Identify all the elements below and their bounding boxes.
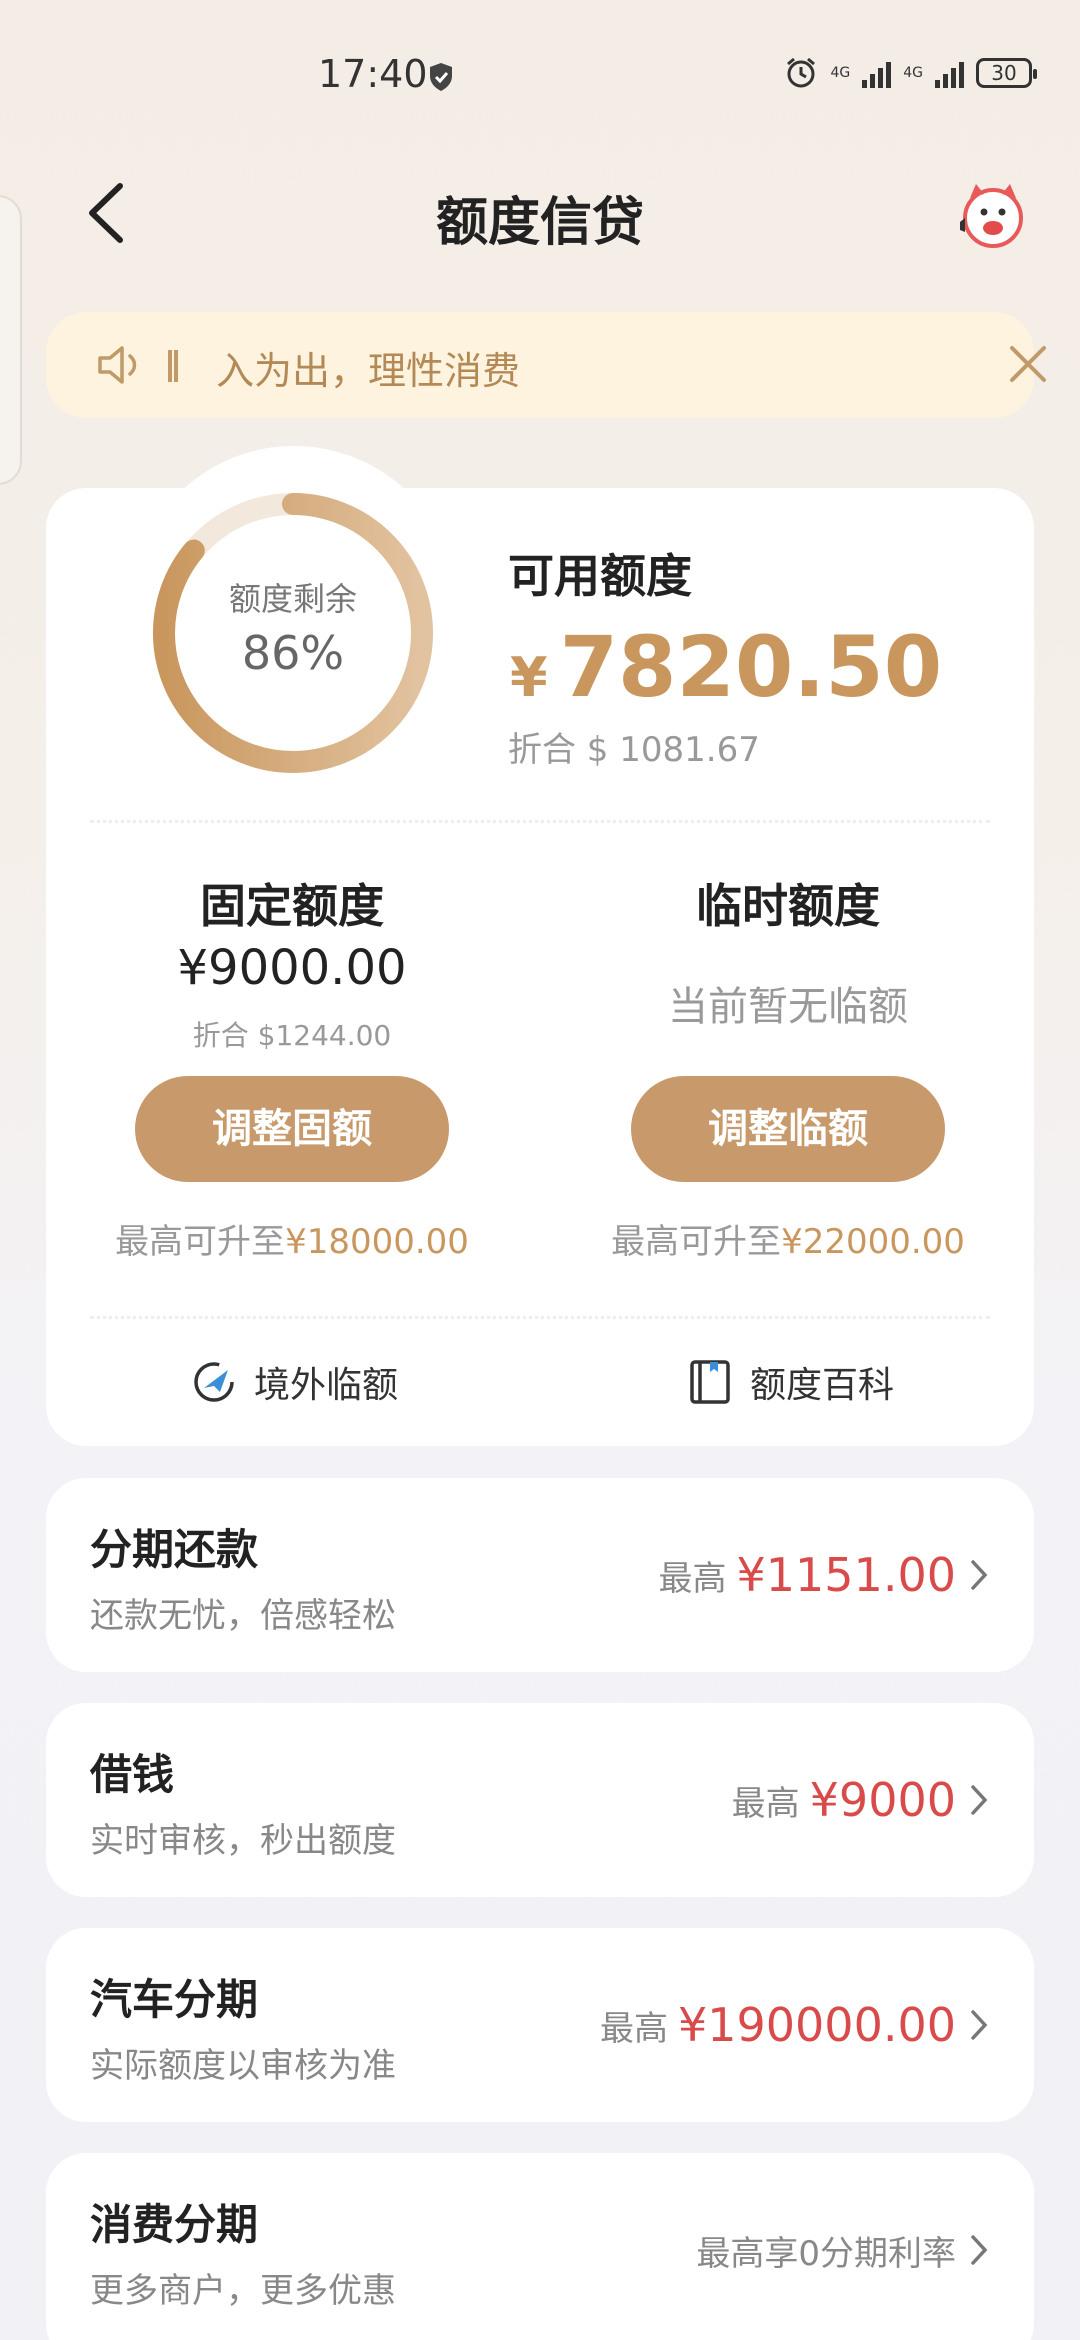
close-icon[interactable] <box>1006 342 1050 386</box>
available-usd: 折合 $ 1081.67 <box>508 730 760 770</box>
temp-max-prefix: 最高可升至 <box>611 1222 782 1262</box>
list-item-amount-group: 最高 ¥9000 <box>732 1703 956 1897</box>
overseas-temp-quota-link[interactable]: 境外临额 <box>190 1356 398 1408</box>
available-amount-value: 7820.50 <box>559 618 943 716</box>
notice-banner[interactable]: 入为出，理性消费 <box>46 312 1046 418</box>
list-item-prefix: 最高 <box>731 1783 800 1824</box>
overseas-label: 境外临额 <box>254 1365 399 1406</box>
mascot-avatar-icon[interactable] <box>956 178 1030 252</box>
status-bar: 17:40 4G 4G 30 <box>0 0 1080 130</box>
signal-bars-2-icon <box>935 58 964 88</box>
list-item-subtitle: 更多商户，更多优惠 <box>90 2271 396 2311</box>
signal-label-2: 4G <box>903 65 923 81</box>
temp-quota-none: 当前暂无临额 <box>668 984 908 1030</box>
encyclopedia-label: 额度百科 <box>750 1365 895 1406</box>
list-item-amount: ¥190000.00 <box>677 1998 956 2052</box>
list-item-amount-group: 最高 ¥1151.00 <box>659 1478 957 1672</box>
chevron-right-icon <box>971 2010 988 2040</box>
list-item-installment-repay[interactable]: 分期还款 还款无忧，倍感轻松 最高 ¥1151.00 <box>46 1478 1034 1672</box>
chevron-right-icon <box>971 2235 988 2265</box>
status-icons: 4G 4G 30 <box>784 56 1037 90</box>
list-item-title: 借钱 <box>90 1750 175 1799</box>
notice-text: 入为出，理性消费 <box>216 349 521 393</box>
list-item-title: 分期还款 <box>90 1525 259 1574</box>
list-item-title: 消费分期 <box>90 2200 259 2249</box>
list-item-amount: ¥1151.00 <box>736 1548 957 1602</box>
signal-bars-1-icon <box>862 58 892 88</box>
list-item-subtitle: 实时审核，秒出额度 <box>90 1821 396 1861</box>
notice-text-fade <box>168 350 178 382</box>
shield-icon <box>430 63 452 91</box>
temp-max-line: 最高可升至¥22000.00 <box>578 1214 998 1263</box>
list-item-car-installment[interactable]: 汽车分期 实际额度以审核为准 最高 ¥190000.00 <box>46 1928 1034 2122</box>
list-item-amount: ¥9000 <box>809 1773 956 1827</box>
currency-symbol: ¥ <box>510 646 548 709</box>
available-quota-amount: ¥ 7820.50 <box>510 618 942 716</box>
alarm-icon <box>787 57 816 88</box>
list-item-title: 汽车分期 <box>90 1975 259 2024</box>
temp-max-value: ¥22000.00 <box>781 1222 965 1262</box>
plane-globe-icon <box>194 1362 234 1402</box>
divider <box>90 1316 990 1319</box>
available-quota-label: 可用额度 <box>508 549 692 603</box>
list-item-amount-group: 最高 ¥190000.00 <box>600 1928 956 2122</box>
ring-value: 86% <box>241 626 345 680</box>
fixed-max-prefix: 最高可升至 <box>115 1222 286 1262</box>
fixed-quota-amount: ¥9000.00 <box>177 940 407 996</box>
quota-encyclopedia-link[interactable]: 额度百科 <box>686 1356 894 1408</box>
list-item-subtitle: 还款无忧，倍感轻松 <box>90 1596 396 1636</box>
battery-icon: 30 <box>976 58 1037 88</box>
list-item-amount-group: 最高享0分期利率 <box>696 2153 956 2340</box>
page-title: 额度信贷 <box>435 193 644 253</box>
divider <box>90 820 990 823</box>
list-item-prefix: 最高 <box>599 2008 668 2049</box>
ring-label: 额度剩余 <box>228 580 357 618</box>
temp-quota-title: 临时额度 <box>696 879 880 933</box>
list-item-prefix: 最高享0分期利率 <box>696 2233 956 2274</box>
list-item-subtitle: 实际额度以审核为准 <box>90 2046 396 2086</box>
list-item-consumer-installment[interactable]: 消费分期 更多商户，更多优惠 最高享0分期利率 <box>46 2153 1034 2340</box>
fixed-max-line: 最高可升至¥18000.00 <box>82 1214 502 1263</box>
signal-label-1: 4G <box>830 65 851 81</box>
book-icon <box>690 1360 730 1404</box>
speaker-icon <box>98 346 137 384</box>
list-item-prefix: 最高 <box>658 1558 727 1599</box>
fixed-quota-title: 固定额度 <box>200 879 384 933</box>
chevron-right-icon <box>971 1560 988 1590</box>
status-time: 17:40 <box>318 52 428 96</box>
chevron-right-icon <box>971 1785 988 1815</box>
adjust-temp-button[interactable]: 调整临额 <box>631 1076 945 1182</box>
fixed-max-value: ¥18000.00 <box>285 1222 469 1262</box>
list-item-borrow[interactable]: 借钱 实时审核，秒出额度 最高 ¥9000 <box>46 1703 1034 1897</box>
adjust-fixed-button[interactable]: 调整固额 <box>135 1076 449 1182</box>
fixed-quota-usd: 折合 $1244.00 <box>192 1019 392 1052</box>
